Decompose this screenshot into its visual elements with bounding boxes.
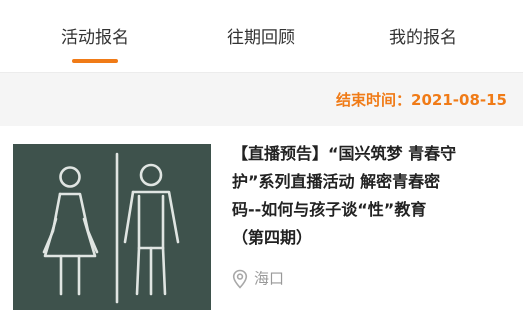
location-pin-icon — [232, 269, 248, 289]
end-time-label: 结束时间：2021-08-15 — [336, 91, 507, 109]
event-title[interactable]: 【直播预告】“国兴筑梦 青春守 护”系列直播活动 解密青春密 码--如何与孩子谈… — [232, 140, 512, 252]
tab-bar: 活动报名 往期回顾 我的报名 — [0, 0, 523, 73]
event-location-text: 海口 — [254, 269, 285, 288]
event-title-line: 【直播预告】“国兴筑梦 青春守 — [232, 144, 457, 163]
end-time-bar: 结束时间：2021-08-15 — [0, 74, 523, 126]
tab-my-registration[interactable]: 我的报名 — [348, 0, 498, 73]
tab-past-review[interactable]: 往期回顾 — [186, 0, 336, 73]
event-thumbnail[interactable] — [13, 144, 211, 310]
event-title-line: 码--如何与孩子谈“性”教育 — [232, 200, 427, 219]
chalk-figures-image — [42, 152, 180, 304]
event-location: 海口 — [232, 267, 284, 289]
event-title-line: 护”系列直播活动 解密青春密 — [232, 172, 441, 191]
event-card[interactable]: 【直播预告】“国兴筑梦 青春守 护”系列直播活动 解密青春密 码--如何与孩子谈… — [0, 126, 523, 322]
active-tab-indicator — [72, 59, 118, 63]
event-title-line: （第四期） — [232, 228, 313, 247]
